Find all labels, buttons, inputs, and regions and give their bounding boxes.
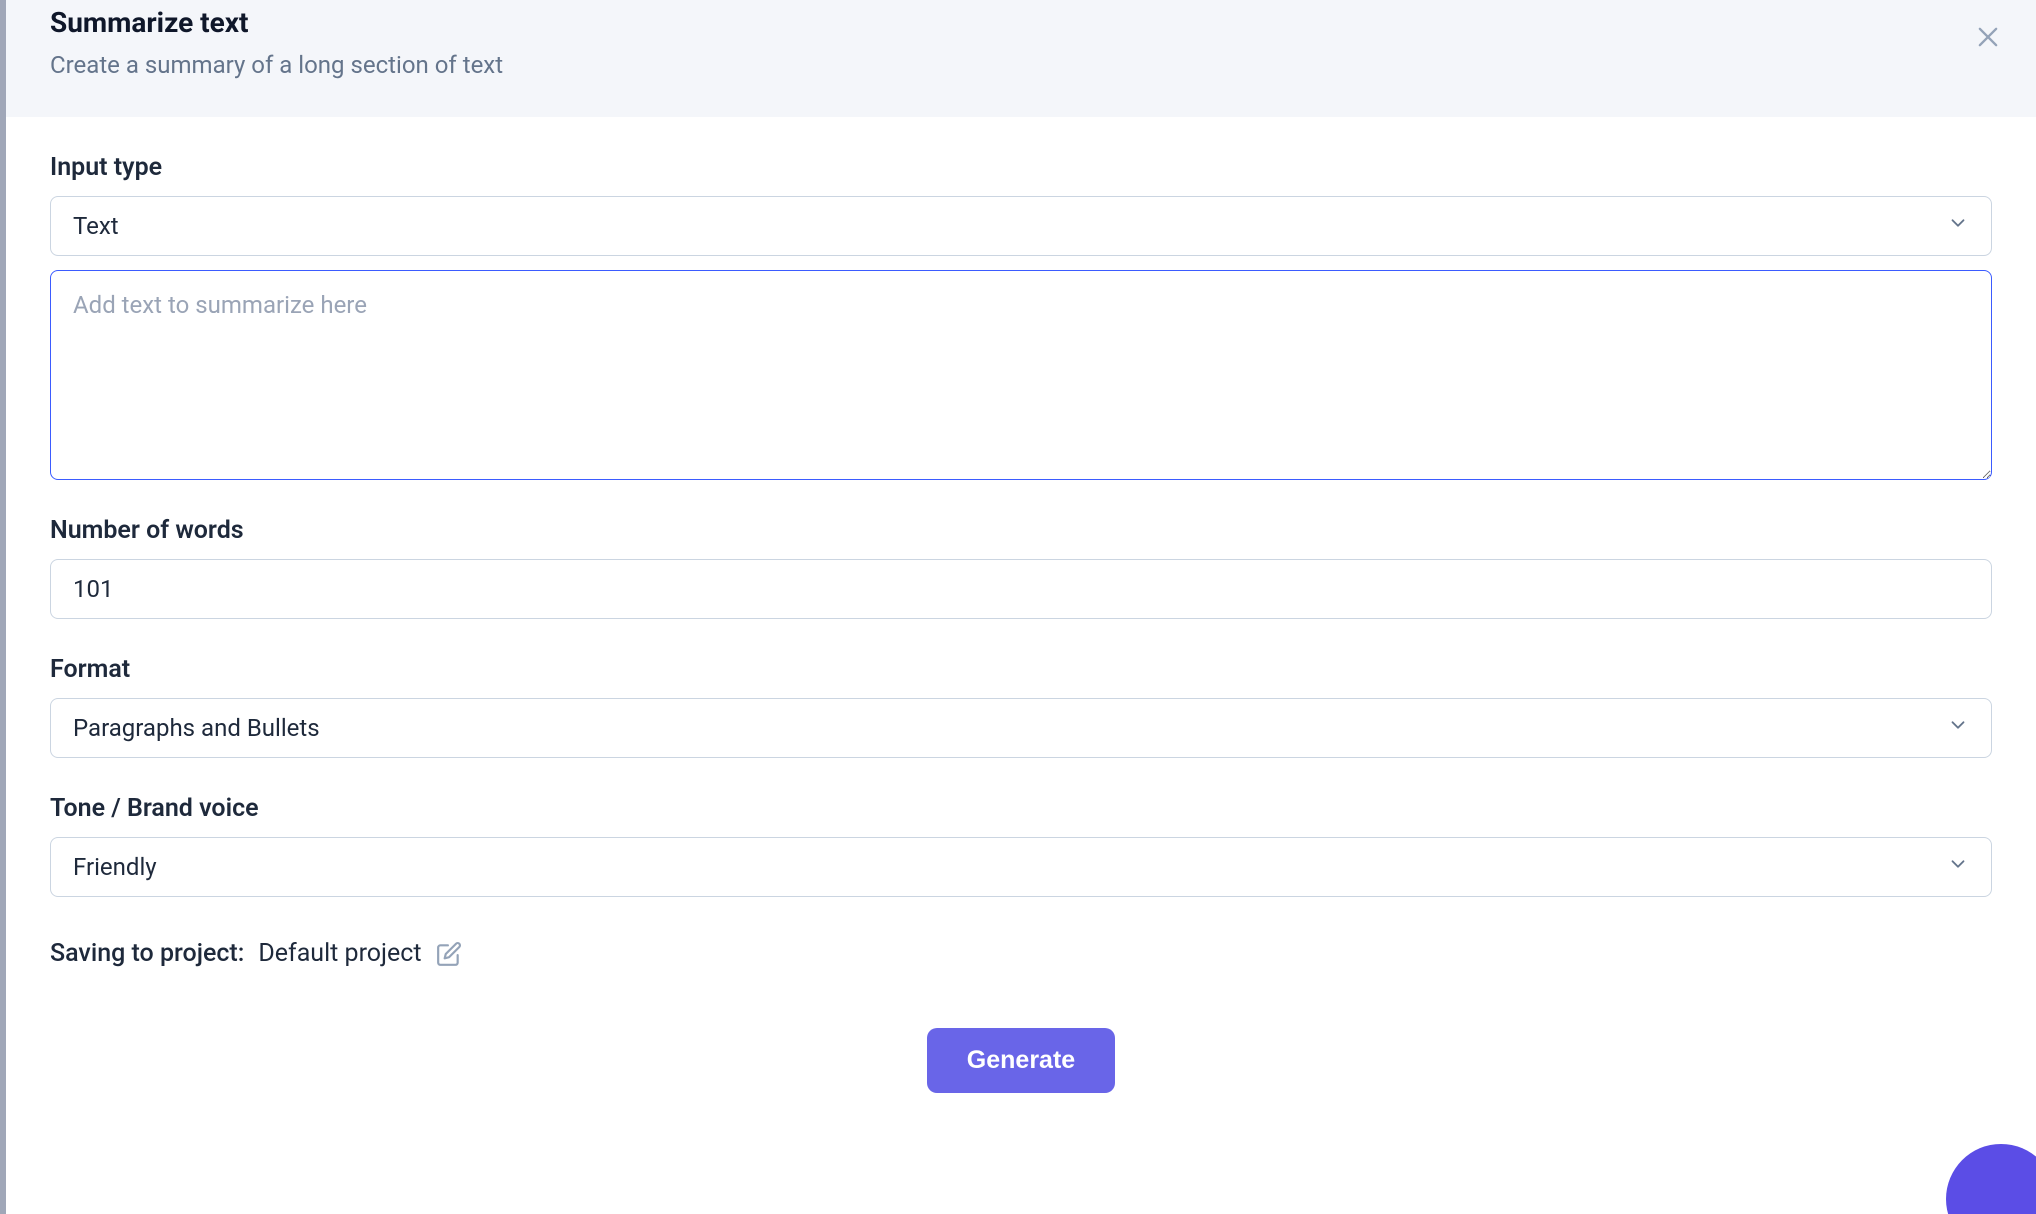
summary-text-input[interactable] — [50, 270, 1992, 480]
generate-row: Generate — [50, 1004, 1992, 1103]
panel-header: Summarize text Create a summary of a lon… — [6, 0, 2036, 117]
field-format: Format Paragraphs and Bullets — [50, 655, 1992, 758]
generate-button[interactable]: Generate — [927, 1028, 1115, 1093]
tone-value: Friendly — [73, 853, 157, 881]
saving-label: Saving to project: — [50, 939, 244, 968]
close-button[interactable] — [1968, 18, 2008, 58]
panel-subtitle: Create a summary of a long section of te… — [50, 51, 1992, 79]
saving-value: Default project — [258, 939, 421, 968]
chevron-down-icon — [1947, 212, 1969, 240]
chevron-down-icon — [1947, 714, 1969, 742]
tone-select[interactable]: Friendly — [50, 837, 1992, 897]
num-words-label: Number of words — [50, 516, 1992, 545]
form-body: Input type Text Number of words Format P… — [6, 117, 2036, 1123]
input-type-value: Text — [73, 212, 119, 240]
input-type-label: Input type — [50, 153, 1992, 182]
field-tone: Tone / Brand voice Friendly — [50, 794, 1992, 897]
format-label: Format — [50, 655, 1992, 684]
saving-to-project: Saving to project: Default project — [50, 939, 1992, 968]
num-words-input[interactable] — [50, 559, 1992, 619]
chevron-down-icon — [1947, 853, 1969, 881]
field-num-words: Number of words — [50, 516, 1992, 619]
panel-title: Summarize text — [50, 6, 1992, 39]
tone-label: Tone / Brand voice — [50, 794, 1992, 823]
input-type-select[interactable]: Text — [50, 196, 1992, 256]
edit-icon[interactable] — [436, 941, 462, 967]
close-icon — [1974, 23, 2002, 54]
field-input-type: Input type Text — [50, 153, 1992, 480]
format-value: Paragraphs and Bullets — [73, 714, 320, 742]
format-select[interactable]: Paragraphs and Bullets — [50, 698, 1992, 758]
